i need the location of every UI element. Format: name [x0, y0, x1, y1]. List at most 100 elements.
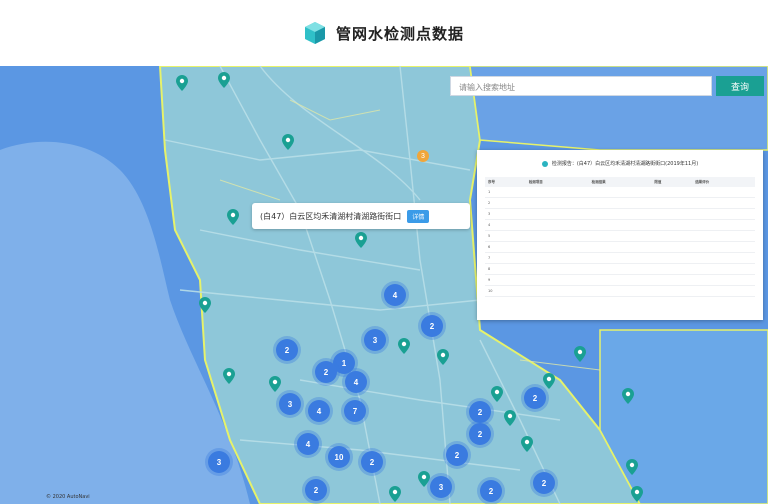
cluster-count: 2 [477, 429, 483, 439]
cluster-marker[interactable]: 3 [279, 393, 301, 415]
table-cell: 9 [485, 274, 526, 286]
cluster-count: 2 [477, 407, 483, 417]
table-cell [525, 230, 589, 242]
monitor-pin-icon[interactable] [574, 346, 586, 362]
table-cell [651, 263, 693, 275]
table-cell: 7 [485, 252, 526, 264]
table-cell [525, 274, 589, 286]
popup-detail-button[interactable]: 详情 [407, 209, 430, 223]
table-cell [651, 252, 693, 264]
monitor-pin-icon[interactable] [199, 297, 211, 313]
table-cell [525, 263, 589, 275]
table-cell: 10 [485, 285, 526, 297]
monitor-pin-icon[interactable] [282, 134, 294, 150]
monitor-pin-icon[interactable] [491, 386, 503, 402]
cluster-count: 10 [334, 452, 344, 462]
table-row: 3 [485, 208, 755, 220]
cluster-marker[interactable]: 2 [315, 361, 337, 383]
cluster-marker[interactable]: 3 [430, 476, 452, 498]
table-cell [692, 219, 755, 231]
table-cell [692, 263, 755, 275]
column-header: 检测项目 [525, 177, 589, 187]
monitor-pin-icon[interactable] [355, 232, 367, 248]
cluster-count: 2 [532, 393, 538, 403]
monitor-pin-icon[interactable] [398, 338, 410, 354]
cluster-marker[interactable]: 2 [524, 387, 546, 409]
cluster-marker[interactable]: 7 [344, 400, 366, 422]
table-cell [525, 208, 589, 220]
monitor-pin-icon[interactable] [437, 349, 449, 365]
monitor-pin-icon[interactable] [631, 486, 643, 502]
monitor-pin-icon[interactable] [543, 373, 555, 389]
table-cell [588, 285, 652, 297]
cluster-count: 4 [392, 290, 398, 300]
cluster-marker[interactable]: 2 [421, 315, 443, 337]
cluster-count: 2 [488, 486, 494, 496]
cluster-marker[interactable]: 4 [308, 400, 330, 422]
report-panel: 检测报告：(白47）白云区均禾清湖村清湖路街街口(2019年11月) 序号 检测… [477, 150, 763, 320]
cluster-count: 2 [541, 478, 547, 488]
table-cell [692, 241, 755, 253]
cluster-marker[interactable]: 2 [469, 401, 491, 423]
table-cell [651, 285, 693, 297]
monitor-pin-icon[interactable] [269, 376, 281, 392]
map-copyright: © 2020 AutoNavi [46, 494, 90, 500]
search-input[interactable]: 请输入搜索地址 [450, 76, 712, 96]
table-cell [651, 187, 693, 198]
cluster-marker[interactable]: 2 [480, 480, 502, 502]
table-cell [651, 241, 693, 253]
cluster-marker[interactable]: 4 [345, 371, 367, 393]
table-row: 8 [485, 263, 755, 275]
table-cell [651, 197, 693, 209]
monitor-pin-icon[interactable] [626, 459, 638, 475]
table-cell [588, 230, 652, 242]
monitor-pin-icon[interactable] [227, 209, 239, 225]
monitor-pin-icon[interactable] [389, 486, 401, 502]
monitor-pin-icon[interactable] [622, 388, 634, 404]
column-header: 序号 [485, 177, 526, 187]
monitor-pin-icon[interactable] [418, 471, 430, 487]
report-icon [541, 160, 548, 167]
cluster-marker[interactable]: 4 [384, 284, 406, 306]
table-cell [525, 285, 589, 297]
cluster-marker[interactable]: 3 [364, 329, 386, 351]
table-cell [651, 219, 693, 231]
location-popup: (白47）白云区均禾清湖村清湖路街街口 详情 [252, 203, 470, 229]
highlight-badge[interactable]: 3 [417, 150, 429, 162]
cluster-marker[interactable]: 2 [361, 451, 383, 473]
monitor-pin-icon[interactable] [223, 368, 235, 384]
column-header: 结果评价 [692, 177, 755, 187]
cluster-marker[interactable]: 2 [305, 479, 327, 501]
table-cell: 2 [485, 197, 526, 209]
table-row: 5 [485, 230, 755, 242]
logo-icon [304, 22, 325, 44]
monitor-pin-icon[interactable] [218, 72, 230, 88]
monitor-pin-icon[interactable] [176, 75, 188, 91]
cluster-marker[interactable]: 3 [208, 451, 230, 473]
cluster-marker[interactable]: 2 [276, 339, 298, 361]
table-cell [588, 274, 652, 286]
cluster-marker[interactable]: 4 [297, 433, 319, 455]
cluster-marker[interactable]: 10 [328, 446, 350, 468]
table-row: 7 [485, 252, 755, 264]
table-cell [692, 285, 755, 297]
table-header-row: 序号 检测项目 检测结果 限值 结果评价 [485, 177, 755, 187]
table-cell [692, 252, 755, 264]
table-cell [692, 230, 755, 242]
table-row: 4 [485, 219, 755, 231]
table-cell [651, 230, 693, 242]
panel-title: 检测报告：(白47）白云区均禾清湖村清湖路街街口(2019年11月) [485, 160, 755, 167]
search-button[interactable]: 查询 [716, 76, 764, 96]
table-cell [525, 241, 589, 253]
monitor-pin-icon[interactable] [521, 436, 533, 452]
cluster-marker[interactable]: 2 [469, 423, 491, 445]
cluster-count: 2 [313, 485, 319, 495]
cluster-count: 2 [369, 457, 375, 467]
column-header: 限值 [651, 177, 693, 187]
monitor-pin-icon[interactable] [504, 410, 516, 426]
table-cell: 6 [485, 241, 526, 253]
cluster-marker[interactable]: 2 [533, 472, 555, 494]
page-title: 管网水检测点数据 [335, 24, 464, 43]
cluster-marker[interactable]: 2 [446, 444, 468, 466]
cluster-count: 4 [305, 439, 311, 449]
